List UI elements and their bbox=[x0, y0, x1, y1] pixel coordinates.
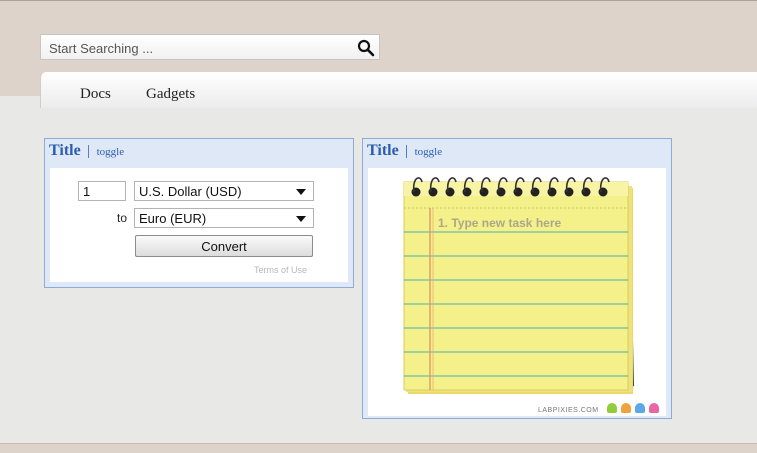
title-separator: | bbox=[405, 143, 409, 159]
from-currency-select[interactable]: U.S. Dollar (USD) bbox=[134, 181, 314, 201]
gadget-title: Title bbox=[367, 142, 399, 159]
title-separator: | bbox=[87, 143, 91, 159]
gadget-content: U.S. Dollar (USD) to Euro (EUR) Convert … bbox=[50, 168, 348, 282]
monster-icon bbox=[621, 403, 631, 413]
notepad-illustration bbox=[403, 177, 634, 394]
tab-gadgets[interactable]: Gadgets bbox=[146, 86, 195, 103]
nav-tabs: Docs Gadgets bbox=[40, 72, 757, 108]
chevron-down-icon bbox=[296, 189, 306, 195]
search-box bbox=[40, 34, 380, 60]
toggle-link[interactable]: toggle bbox=[97, 146, 125, 158]
terms-of-use-link[interactable]: Terms of Use bbox=[254, 265, 307, 275]
monster-icon bbox=[607, 403, 617, 413]
new-task-input[interactable]: 1. Type new task here bbox=[438, 216, 561, 230]
from-currency-value: U.S. Dollar (USD) bbox=[139, 184, 242, 199]
amount-input[interactable] bbox=[78, 181, 126, 201]
currency-converter-gadget: Title | toggle U.S. Dollar (USD) to Euro… bbox=[44, 138, 354, 288]
gadget-content: 1. Type new task here LABPIXIES.COM bbox=[368, 168, 666, 416]
to-currency-value: Euro (EUR) bbox=[139, 211, 207, 226]
search-icon[interactable] bbox=[357, 39, 375, 57]
gadget-title: Title bbox=[49, 142, 81, 159]
to-label: to bbox=[117, 211, 128, 225]
to-currency-select[interactable]: Euro (EUR) bbox=[134, 208, 314, 228]
gadget-header: Title | toggle bbox=[49, 142, 124, 164]
monster-icon bbox=[649, 403, 659, 413]
todo-notepad-gadget: Title | toggle 1. Type new task here LAB… bbox=[362, 138, 672, 419]
toggle-link[interactable]: toggle bbox=[415, 146, 443, 158]
brand-label[interactable]: LABPIXIES.COM bbox=[538, 407, 599, 414]
chevron-down-icon bbox=[296, 216, 306, 222]
search-input[interactable] bbox=[47, 38, 351, 58]
monster-icon bbox=[635, 403, 645, 413]
gadget-header: Title | toggle bbox=[367, 142, 442, 164]
convert-button[interactable]: Convert bbox=[135, 235, 313, 257]
tab-docs[interactable]: Docs bbox=[80, 86, 111, 103]
